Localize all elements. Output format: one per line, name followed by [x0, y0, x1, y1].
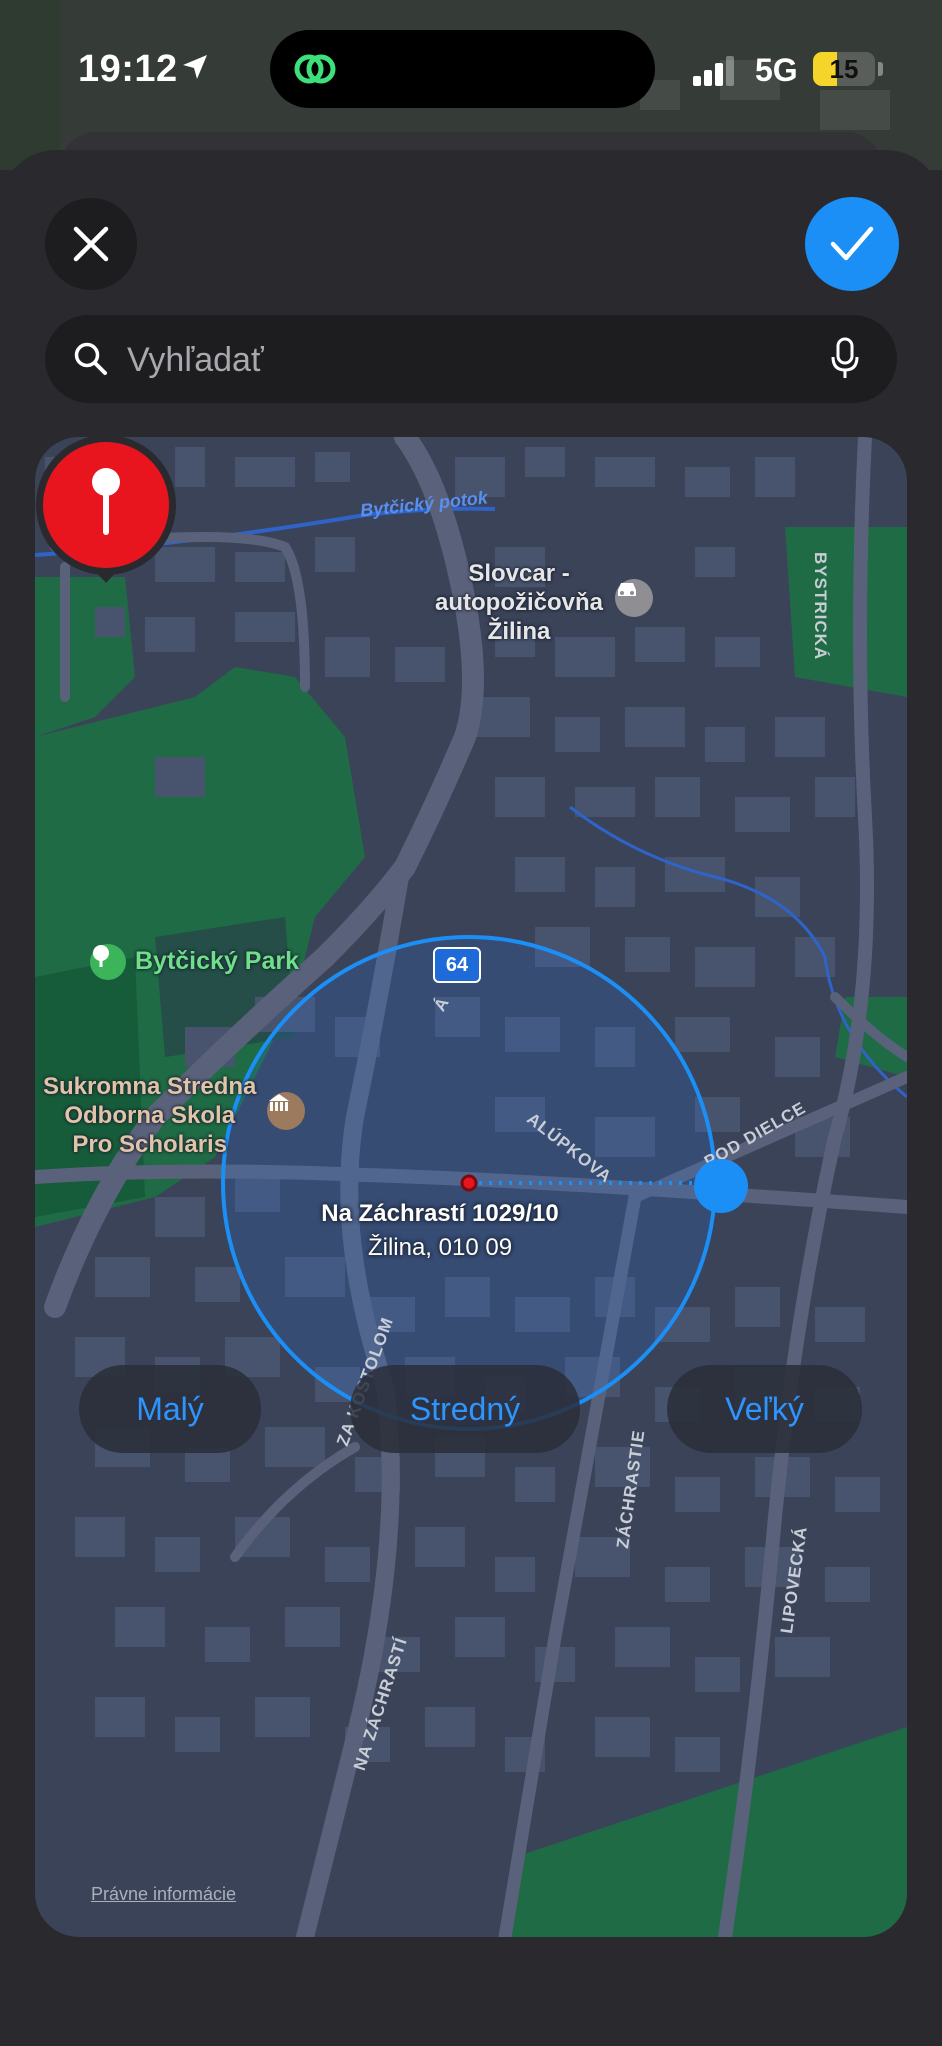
location-arrow-icon: [183, 55, 207, 79]
battery-icon: 15: [813, 52, 875, 86]
tree-icon[interactable]: [90, 944, 126, 980]
map-view[interactable]: Bytčický potok Slovcar - autopožičovňa Ž…: [35, 437, 907, 1937]
route-shield: 64: [433, 947, 481, 983]
car-rental-label[interactable]: Slovcar - autopožičovňa Žilina: [435, 559, 603, 646]
status-bar: 19:12 5G 15: [0, 0, 942, 130]
map-canvas: [35, 437, 907, 1937]
network-type: 5G: [755, 52, 798, 88]
radius-drag-handle[interactable]: [694, 1159, 748, 1213]
battery-nub: [878, 62, 883, 76]
school-label[interactable]: Sukromna Stredna Odborna Skola Pro Schol…: [43, 1072, 256, 1159]
link-chain-icon: [294, 54, 336, 84]
dynamic-island: [270, 30, 655, 108]
park-label[interactable]: Bytčický Park: [135, 947, 299, 976]
checkmark-icon: [830, 226, 874, 261]
car-icon[interactable]: [615, 579, 653, 617]
legal-info-link[interactable]: Právne informácie: [91, 1884, 236, 1905]
radius-small-button[interactable]: Malý: [79, 1365, 261, 1453]
search-bar[interactable]: [45, 315, 897, 405]
radius-medium-button[interactable]: Stredný: [350, 1365, 580, 1453]
confirm-button[interactable]: [805, 197, 899, 291]
radius-large-button[interactable]: Veľký: [667, 1365, 862, 1453]
location-pin-icon[interactable]: [35, 437, 177, 587]
search-icon: [74, 342, 107, 375]
close-button[interactable]: [45, 198, 137, 290]
school-building-icon[interactable]: [267, 1092, 305, 1130]
xmark-icon: [73, 226, 109, 262]
battery-level: 15: [829, 54, 859, 84]
search-input[interactable]: [125, 315, 809, 405]
status-time: 19:12: [78, 48, 178, 90]
pin-address: Na Záchrastí 1029/10 Žilina, 010 09: [321, 1200, 559, 1261]
microphone-icon[interactable]: [830, 337, 860, 381]
cellular-signal-icon: [693, 56, 734, 86]
street-label-bystricka: BYSTRICKÁ: [811, 552, 830, 661]
